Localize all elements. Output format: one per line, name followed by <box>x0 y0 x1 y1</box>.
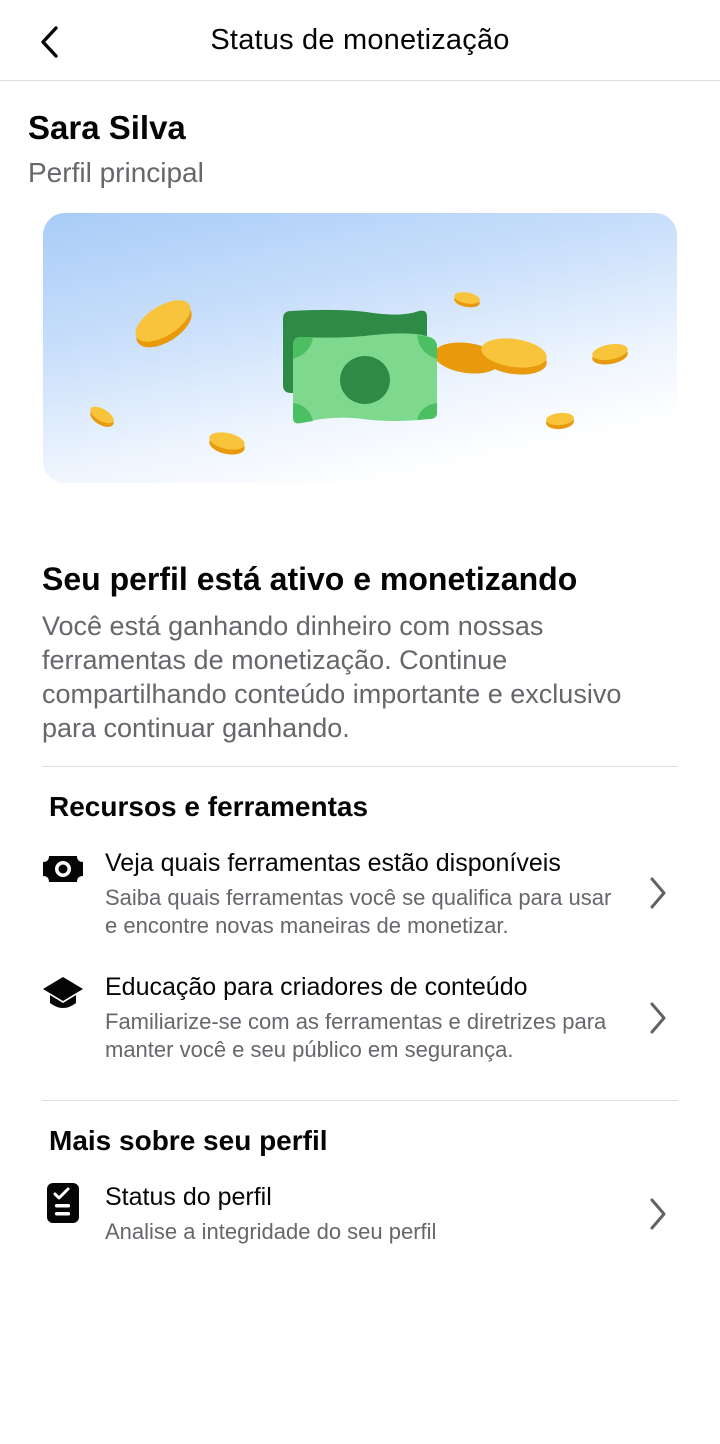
list-item-subtitle: Saiba quais ferramentas você se qualific… <box>105 885 612 938</box>
top-bar: Status de monetização <box>0 0 720 81</box>
chevron-right-icon <box>640 998 676 1038</box>
graduation-cap-icon <box>42 972 84 1014</box>
divider <box>42 766 678 767</box>
chevron-right-icon <box>640 873 676 913</box>
page-title: Status de monetização <box>210 24 510 56</box>
list-item-available-tools[interactable]: Veja quais ferramentas estão disponíveis… <box>0 840 720 950</box>
divider <box>42 1100 678 1101</box>
money-icon <box>42 848 84 890</box>
money-bills-coins-illustration <box>90 292 628 455</box>
list-item-title: Status do perfil <box>105 1183 272 1211</box>
status-description: Você está ganhando dinheiro com nossas f… <box>42 611 622 743</box>
list-item-subtitle: Analise a integridade do seu perfil <box>105 1219 437 1244</box>
clipboard-check-icon <box>42 1182 84 1224</box>
list-item-creator-education[interactable]: Educação para criadores de conteúdo Fami… <box>0 964 720 1074</box>
section-title-more: Mais sobre seu perfil <box>49 1125 328 1156</box>
list-item-title: Veja quais ferramentas estão disponíveis <box>105 849 561 877</box>
list-item-title: Educação para criadores de conteúdo <box>105 973 528 1001</box>
profile-subtitle: Perfil principal <box>28 157 204 188</box>
list-item-subtitle: Familiarize-se com as ferramentas e dire… <box>105 1009 607 1062</box>
hero-illustration <box>43 213 677 483</box>
profile-name: Sara Silva <box>28 109 186 146</box>
list-item-profile-status[interactable]: Status do perfil Analise a integridade d… <box>0 1174 720 1264</box>
coin <box>135 300 192 348</box>
status-title: Seu perfil está ativo e monetizando <box>42 561 578 597</box>
section-title-resources: Recursos e ferramentas <box>49 791 369 822</box>
chevron-right-icon <box>640 1194 676 1234</box>
